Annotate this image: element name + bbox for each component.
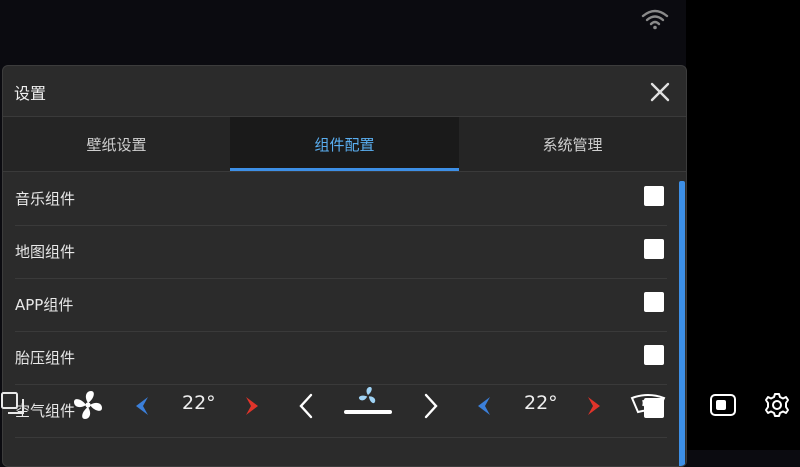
music-checkbox[interactable] [644,186,664,206]
chevron-left-icon[interactable] [297,393,315,419]
list-item-app: APP组件 [15,278,667,332]
tab-wallpaper[interactable]: 壁纸设置 [3,117,230,171]
right-temperature: 22° [524,392,558,414]
item-label: 胎压组件 [15,349,76,367]
left-temperature: 22° [182,392,216,414]
dialog-title: 设置 [14,84,47,103]
list-item-tire-pressure: 胎压组件 [15,331,667,385]
climate-bar: 22° 22° [0,380,800,450]
gear-icon[interactable] [764,392,790,418]
chevron-right-icon[interactable] [422,393,440,419]
dialog-header: 设置 [3,66,686,117]
list-item-map: 地图组件 [15,225,667,279]
temp-down-icon[interactable] [474,395,492,417]
wifi-icon [641,9,669,30]
tab-widget-config[interactable]: 组件配置 [230,117,459,171]
app-checkbox[interactable] [644,292,664,312]
fan-icon[interactable] [72,389,104,421]
item-label: 音乐组件 [15,190,76,208]
close-icon[interactable] [648,80,672,104]
windows-icon[interactable] [0,391,26,417]
item-label: 地图组件 [15,243,76,261]
temp-up-icon[interactable] [586,395,604,417]
toggle-icon[interactable] [710,393,736,417]
fan-level-icon[interactable] [342,386,394,416]
temp-down-icon[interactable] [132,395,150,417]
item-label: APP组件 [15,296,74,314]
tab-bar: 壁纸设置 组件配置 系统管理 [3,117,686,172]
list-item-music: 音乐组件 [15,172,667,226]
map-checkbox[interactable] [644,239,664,259]
temp-up-icon[interactable] [244,395,262,417]
tab-system-management[interactable]: 系统管理 [459,117,686,171]
windshield-defrost-icon[interactable] [630,392,666,416]
tire-pressure-checkbox[interactable] [644,345,664,365]
